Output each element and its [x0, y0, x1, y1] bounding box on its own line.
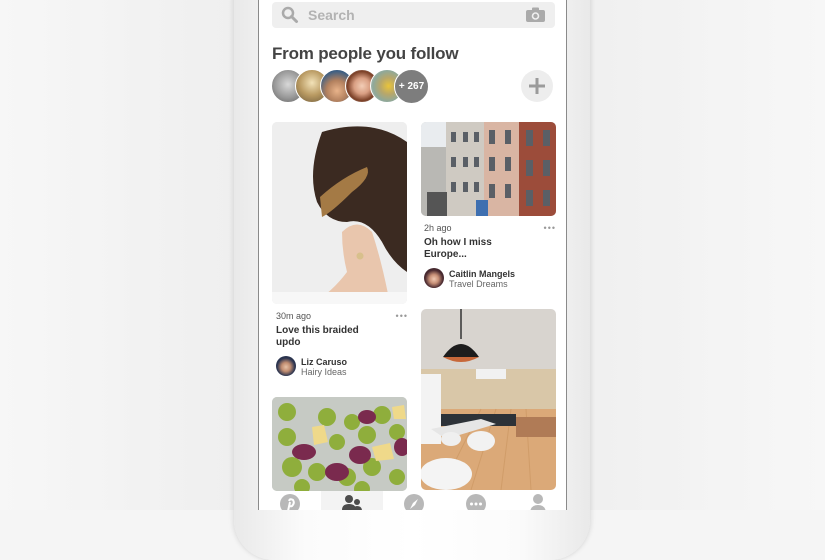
pin-meta: 2h ago ••• Oh how I miss Europe... Caitl… [424, 223, 560, 290]
pin-user[interactable]: Liz Caruso Hairy Ideas [276, 356, 412, 378]
tab-home[interactable] [259, 491, 321, 510]
avatar[interactable] [424, 268, 444, 288]
pin-time: 30m ago [276, 311, 312, 321]
pin-time: 2h ago [424, 223, 452, 233]
add-button[interactable] [521, 70, 553, 102]
board-name[interactable]: Travel Dreams [449, 279, 508, 289]
search-icon [281, 6, 299, 29]
compass-icon [404, 494, 424, 510]
pinterest-icon [280, 494, 300, 510]
pin-image-food[interactable] [272, 397, 407, 491]
pin-description[interactable]: Oh how I miss Europe... [424, 237, 524, 261]
board-name[interactable]: Hairy Ideas [301, 367, 347, 377]
user-name[interactable]: Caitlin Mangels [449, 269, 515, 279]
avatar[interactable] [276, 356, 296, 376]
pin-user[interactable]: Caitlin Mangels Travel Dreams [424, 268, 560, 290]
people-icon [342, 495, 362, 510]
tab-explore[interactable] [383, 491, 445, 510]
search-placeholder: Search [308, 7, 355, 23]
phone-screen: Search From people you follow + 267 30m … [258, 0, 567, 510]
more-followers-badge[interactable]: + 267 [394, 69, 429, 104]
tab-following[interactable] [321, 491, 383, 510]
pin-image-interior[interactable] [421, 309, 556, 490]
user-name[interactable]: Liz Caruso [301, 357, 347, 367]
pin-description[interactable]: Love this braided updo [276, 325, 376, 349]
search-bar[interactable]: Search [272, 2, 555, 28]
tab-messages[interactable] [445, 491, 507, 510]
pin-image-street[interactable] [421, 122, 556, 216]
plus-icon [529, 78, 545, 94]
more-dots-icon[interactable]: ••• [544, 223, 556, 233]
camera-icon[interactable] [526, 7, 545, 27]
section-title: From people you follow [272, 44, 459, 63]
tab-profile[interactable] [507, 491, 566, 510]
more-dots-icon[interactable]: ••• [396, 311, 408, 321]
tab-bar [259, 491, 566, 510]
pin-image-hair[interactable] [272, 122, 407, 304]
pin-meta: 30m ago ••• Love this braided updo Liz C… [276, 311, 412, 378]
chat-bubble-icon [466, 494, 486, 510]
person-icon [530, 494, 546, 510]
